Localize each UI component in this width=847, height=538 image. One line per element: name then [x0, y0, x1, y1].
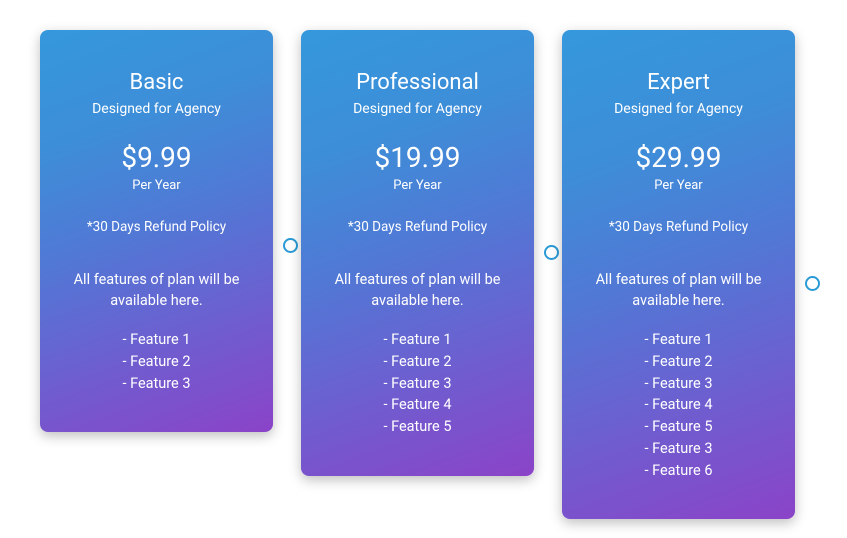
plan-feature-item: - Feature 5: [584, 416, 773, 438]
plan-refund: *30 Days Refund Policy: [62, 219, 251, 235]
plan-subtitle: Designed for Agency: [323, 101, 512, 117]
plan-price: $29.99: [584, 141, 773, 174]
plan-feature-item: - Feature 3: [62, 373, 251, 395]
plan-feature-item: - Feature 3: [584, 373, 773, 395]
plan-feature-item: - Feature 2: [323, 351, 512, 373]
plan-refund: *30 Days Refund Policy: [584, 219, 773, 235]
plan-title: Expert: [584, 70, 773, 95]
plan-features-list: - Feature 1 - Feature 2 - Feature 3 - Fe…: [584, 329, 773, 481]
pricing-card-basic: Basic Designed for Agency $9.99 Per Year…: [40, 30, 273, 432]
plan-feature-item: - Feature 1: [584, 329, 773, 351]
plan-price: $9.99: [62, 141, 251, 174]
plan-feature-item: - Feature 2: [584, 351, 773, 373]
circle-icon[interactable]: [805, 276, 820, 291]
plan-title: Basic: [62, 70, 251, 95]
plan-features-list: - Feature 1 - Feature 2 - Feature 3 - Fe…: [323, 329, 512, 438]
pricing-card-expert: Expert Designed for Agency $29.99 Per Ye…: [562, 30, 795, 519]
plan-refund: *30 Days Refund Policy: [323, 219, 512, 235]
plan-feature-intro: All features of plan will be available h…: [323, 269, 512, 311]
plan-feature-item: - Feature 4: [323, 394, 512, 416]
plan-period: Per Year: [323, 178, 512, 193]
circle-icon[interactable]: [283, 238, 298, 253]
plan-feature-item: - Feature 5: [323, 416, 512, 438]
plan-period: Per Year: [584, 178, 773, 193]
plan-subtitle: Designed for Agency: [584, 101, 773, 117]
plan-feature-item: - Feature 1: [62, 329, 251, 351]
plan-price: $19.99: [323, 141, 512, 174]
plan-features-list: - Feature 1 - Feature 2 - Feature 3: [62, 329, 251, 394]
plan-feature-item: - Feature 6: [584, 460, 773, 482]
plan-feature-item: - Feature 3: [584, 438, 773, 460]
plan-feature-item: - Feature 2: [62, 351, 251, 373]
plan-feature-item: - Feature 1: [323, 329, 512, 351]
plan-feature-intro: All features of plan will be available h…: [584, 269, 773, 311]
pricing-card-professional: Professional Designed for Agency $19.99 …: [301, 30, 534, 476]
circle-icon[interactable]: [544, 245, 559, 260]
plan-feature-item: - Feature 3: [323, 373, 512, 395]
plan-feature-item: - Feature 4: [584, 394, 773, 416]
pricing-container: Basic Designed for Agency $9.99 Per Year…: [40, 30, 807, 519]
plan-feature-intro: All features of plan will be available h…: [62, 269, 251, 311]
plan-subtitle: Designed for Agency: [62, 101, 251, 117]
plan-period: Per Year: [62, 178, 251, 193]
plan-title: Professional: [323, 70, 512, 95]
